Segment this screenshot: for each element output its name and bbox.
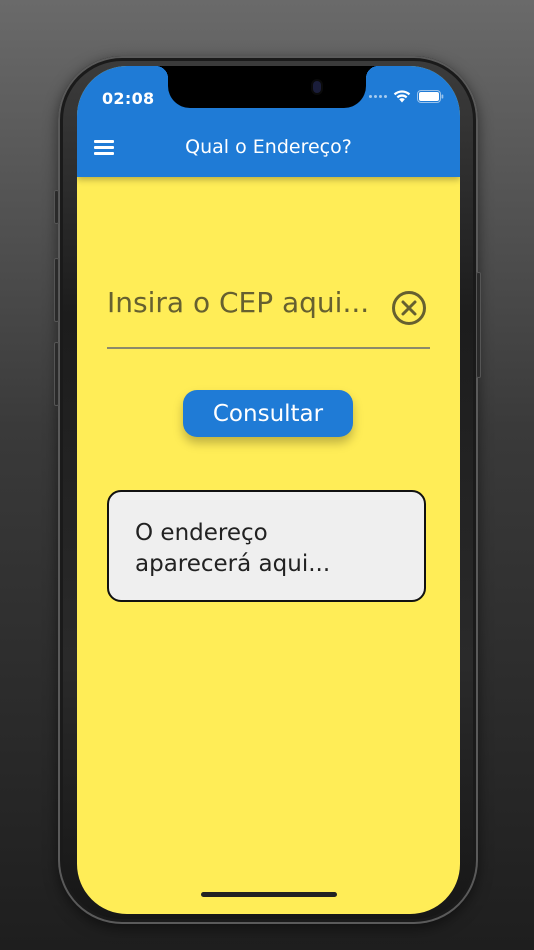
app-screen: 02:08 Qual o Endereço? Insira o CEP aqui… — [77, 66, 460, 914]
result-text: O endereço aparecerá aqui... — [135, 520, 331, 577]
consult-button[interactable]: Consultar — [183, 390, 353, 437]
status-icons — [369, 90, 444, 103]
status-time: 02:08 — [102, 89, 155, 108]
silent-switch — [54, 190, 59, 224]
home-indicator[interactable] — [201, 892, 337, 897]
volume-down-button — [54, 342, 59, 406]
signal-icon — [369, 95, 387, 98]
front-camera — [313, 81, 321, 93]
power-button — [476, 272, 481, 378]
battery-icon — [417, 90, 444, 103]
cep-input[interactable] — [107, 280, 377, 324]
result-box: O endereço aparecerá aqui... — [107, 490, 426, 602]
notch — [156, 66, 378, 108]
page-title: Qual o Endereço? — [185, 136, 352, 158]
cep-input-underline — [107, 347, 430, 349]
volume-up-button — [54, 258, 59, 322]
wifi-icon — [393, 90, 411, 103]
clear-circle-icon[interactable] — [391, 290, 427, 326]
